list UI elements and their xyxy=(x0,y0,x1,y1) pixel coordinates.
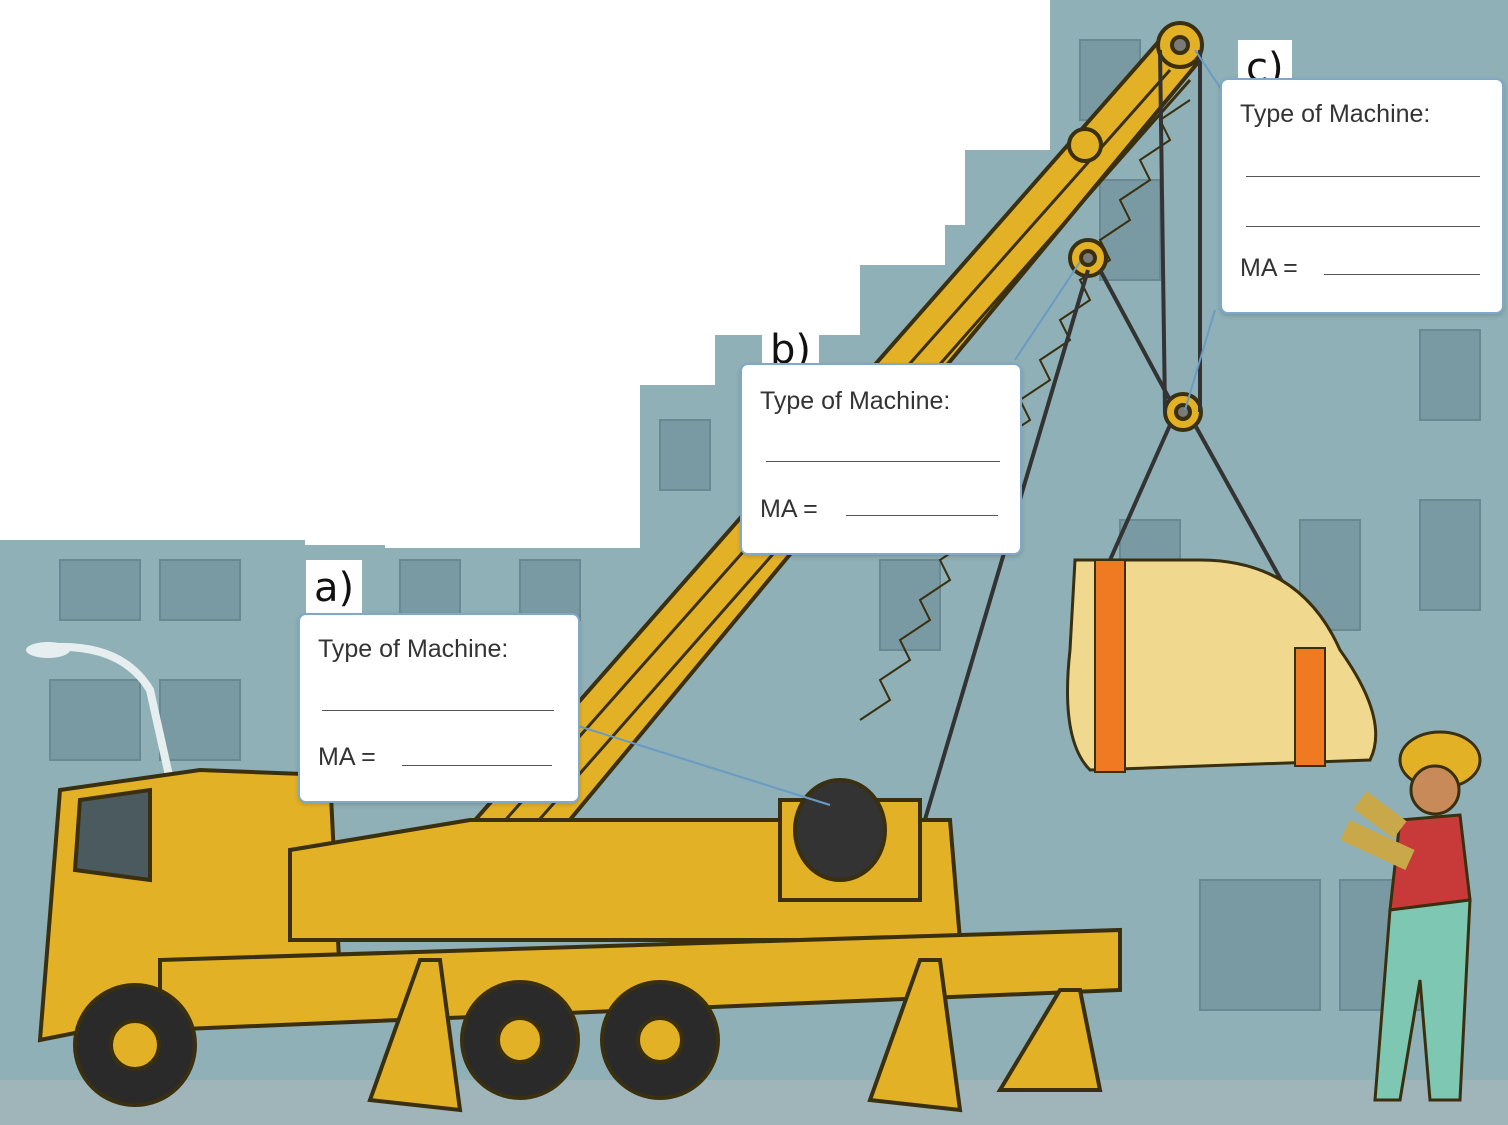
type-of-machine-label: Type of Machine: xyxy=(760,387,951,415)
machine-label-b: Type of Machine: MA = xyxy=(740,363,1022,555)
machine-label-c: Type of Machine: MA = xyxy=(1220,78,1504,314)
ma-answer-line[interactable] xyxy=(1324,274,1480,275)
type-of-machine-label: Type of Machine: xyxy=(318,635,509,663)
ma-label: MA = xyxy=(318,743,376,771)
answer-line-2[interactable] xyxy=(1246,226,1480,227)
ma-answer-line[interactable] xyxy=(846,515,998,516)
ma-label: MA = xyxy=(1240,254,1298,282)
ma-answer-line[interactable] xyxy=(402,765,552,766)
ma-label: MA = xyxy=(760,495,818,523)
answer-line[interactable] xyxy=(766,461,1000,462)
answer-line-1[interactable] xyxy=(1246,176,1480,177)
label-letter-a: a) xyxy=(306,560,363,616)
type-of-machine-label: Type of Machine: xyxy=(1240,100,1431,128)
answer-line[interactable] xyxy=(322,710,554,711)
street xyxy=(0,1080,1508,1125)
machine-label-a: Type of Machine: MA = xyxy=(298,613,580,803)
